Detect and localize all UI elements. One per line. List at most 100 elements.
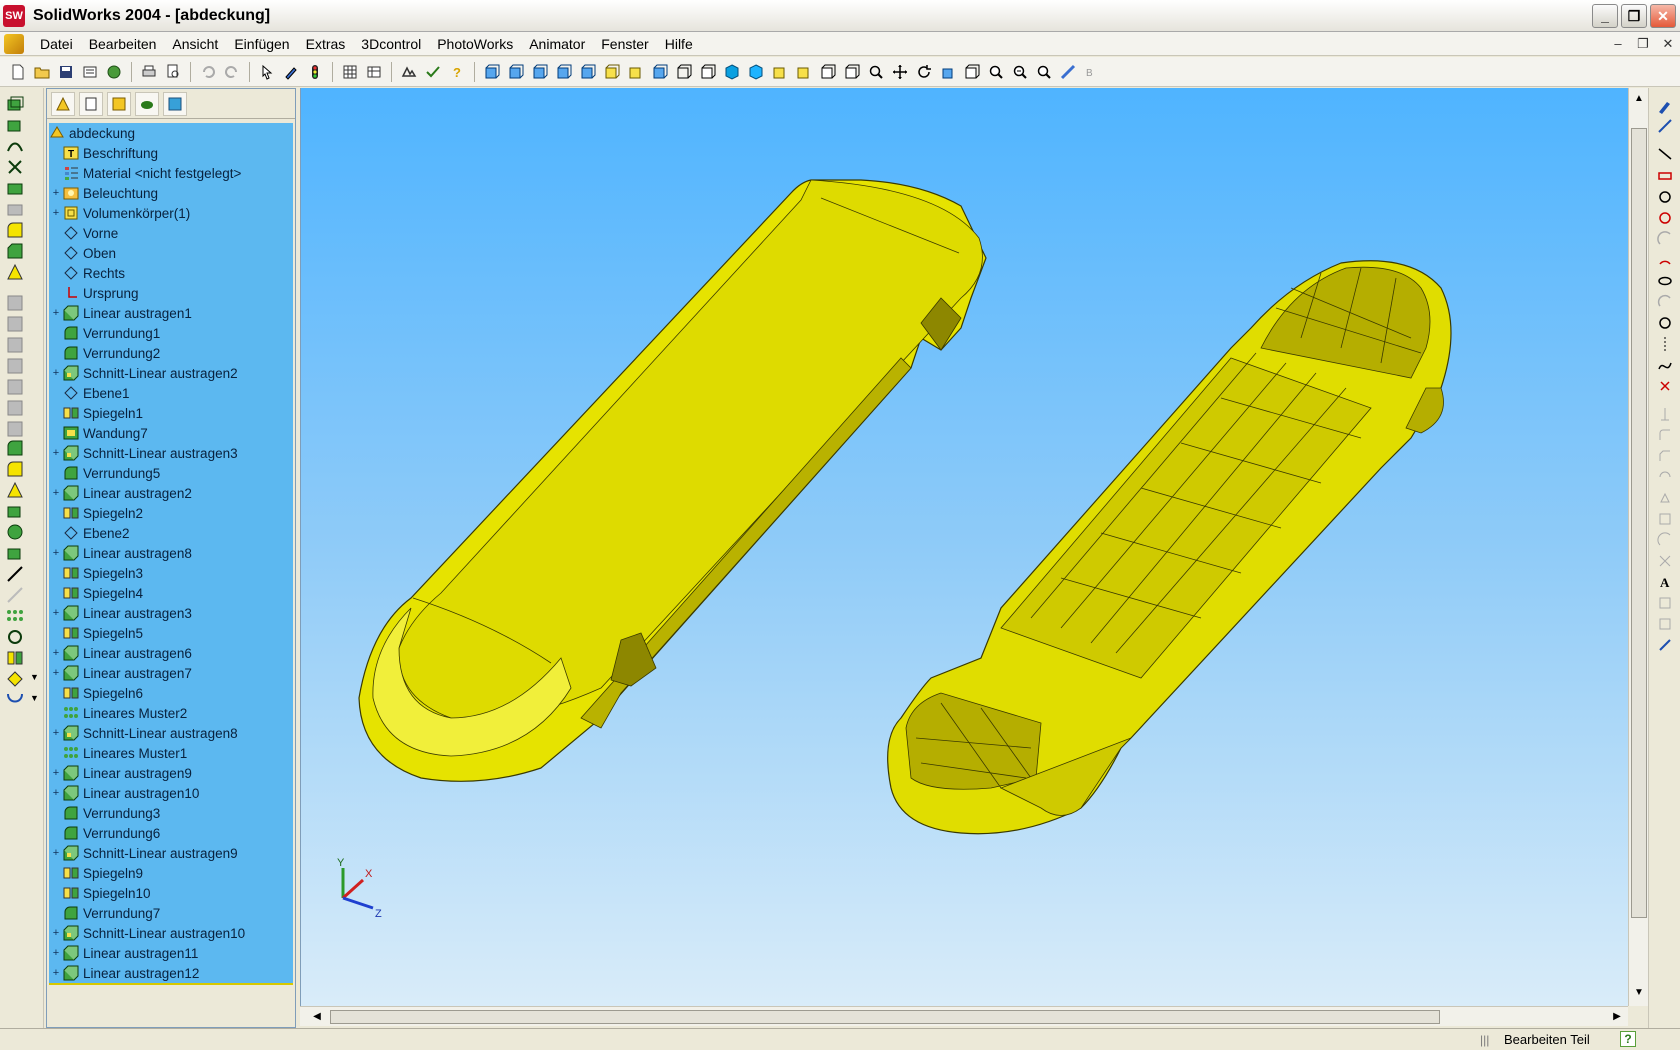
tree-item[interactable]: Wandung7 — [49, 423, 293, 443]
hole-icon[interactable] — [5, 335, 25, 355]
scroll-down-arrow-icon[interactable]: ▼ — [1631, 984, 1647, 1002]
flex-icon[interactable] — [5, 419, 25, 439]
expand-plus-icon[interactable]: + — [49, 667, 63, 679]
help-icon[interactable]: ? — [446, 61, 468, 83]
chamfer-sketch-icon[interactable] — [1657, 448, 1673, 464]
pan-icon[interactable] — [889, 61, 911, 83]
globe-icon[interactable] — [103, 61, 125, 83]
construction-icon[interactable] — [1657, 406, 1673, 422]
revolve-icon[interactable] — [5, 115, 25, 135]
add-relation-icon[interactable] — [1657, 637, 1673, 653]
minimize-button[interactable]: _ — [1592, 4, 1618, 28]
center-arc-icon[interactable] — [1657, 210, 1673, 226]
print-icon[interactable] — [138, 61, 160, 83]
view-3d-icon[interactable] — [961, 61, 983, 83]
document-restore-button[interactable]: ❐ — [1634, 36, 1652, 52]
menu-fenster[interactable]: Fenster — [593, 32, 656, 56]
tree-item[interactable]: + Schnitt-Linear austragen2 — [49, 363, 293, 383]
rectangle-icon[interactable] — [1657, 168, 1673, 184]
view-front-icon[interactable] — [481, 61, 503, 83]
save-icon[interactable] — [55, 61, 77, 83]
loft-icon[interactable] — [5, 157, 25, 177]
tab-photoworks[interactable] — [135, 91, 159, 116]
select-icon[interactable] — [256, 61, 278, 83]
menu-einfuegen[interactable]: Einfügen — [226, 32, 297, 56]
cut-revolve-icon[interactable] — [5, 199, 25, 219]
solid-icon[interactable] — [5, 501, 25, 521]
tree-item[interactable]: + Linear austragen12 — [49, 963, 293, 983]
document-minimize-button[interactable]: – — [1609, 36, 1627, 51]
scroll-left-arrow-icon[interactable]: ◀ — [310, 1009, 324, 1025]
menu-animator[interactable]: Animator — [521, 32, 593, 56]
dimension-icon[interactable]: B — [1081, 61, 1103, 83]
view-normal-icon[interactable] — [649, 61, 671, 83]
zoom-fit-icon[interactable] — [865, 61, 887, 83]
tree-item[interactable]: Ursprung — [49, 283, 293, 303]
zoom-selection-icon[interactable] — [1033, 61, 1055, 83]
expand-plus-icon[interactable]: + — [49, 727, 63, 739]
chamfer-icon[interactable] — [5, 241, 25, 261]
cut-icon[interactable] — [5, 178, 25, 198]
status-help-icon[interactable]: ? — [1620, 1031, 1636, 1047]
tree-item[interactable]: Spiegeln6 — [49, 683, 293, 703]
tree-item[interactable]: + Volumenkörper(1) — [49, 203, 293, 223]
tree-item[interactable]: Material <nicht festgelegt> — [49, 163, 293, 183]
tree-item[interactable]: Verrundung6 — [49, 823, 293, 843]
view-left-icon[interactable] — [529, 61, 551, 83]
view-perspective-icon[interactable] — [793, 61, 815, 83]
expand-plus-icon[interactable]: + — [49, 307, 63, 319]
view-back-icon[interactable] — [505, 61, 527, 83]
tab-property-manager[interactable] — [79, 91, 103, 116]
graphics-area[interactable]: Y X Z — [300, 88, 1628, 1006]
tree-item[interactable]: + Linear austragen7 — [49, 663, 293, 683]
shell-icon[interactable] — [5, 293, 25, 313]
dropdown-arrow-icon[interactable]: ▼ — [30, 672, 39, 682]
view-wireframe-icon[interactable] — [673, 61, 695, 83]
partial-ellipse-icon[interactable] — [1657, 294, 1673, 310]
table-icon[interactable] — [363, 61, 385, 83]
measure-icon[interactable] — [1057, 61, 1079, 83]
extend-icon[interactable] — [1657, 532, 1673, 548]
tree-item[interactable]: Spiegeln10 — [49, 883, 293, 903]
sphere-icon[interactable] — [5, 522, 25, 542]
tree-item[interactable]: Verrundung5 — [49, 463, 293, 483]
tree-item[interactable]: Ebene2 — [49, 523, 293, 543]
line-icon[interactable] — [1657, 146, 1673, 162]
view-shaded-icon[interactable] — [721, 61, 743, 83]
tree-item[interactable]: Verrundung2 — [49, 343, 293, 363]
three-point-arc-icon[interactable] — [1657, 252, 1673, 268]
menu-hilfe[interactable]: Hilfe — [657, 32, 701, 56]
vertical-scrollbar[interactable]: ▲ ▼ — [1628, 88, 1648, 1006]
rib-icon[interactable] — [5, 262, 25, 282]
linear-pattern-icon[interactable] — [5, 606, 25, 626]
maximize-button[interactable]: ❐ — [1621, 4, 1647, 28]
horizontal-scrollbar[interactable]: ◀ ▶ — [300, 1006, 1628, 1026]
zoom-in-out-icon[interactable] — [985, 61, 1007, 83]
part-cover[interactable] — [358, 179, 987, 782]
view-bottom-icon[interactable] — [601, 61, 623, 83]
tree-item[interactable]: Rechts — [49, 263, 293, 283]
part-frame[interactable] — [887, 260, 1452, 835]
tab-animator[interactable] — [163, 91, 187, 116]
sketch-pencil-icon[interactable] — [1657, 98, 1673, 114]
zoom-preview-icon[interactable] — [162, 61, 184, 83]
solidworks-logo-icon[interactable]: SW — [3, 4, 25, 27]
split-entities-icon[interactable] — [1657, 553, 1673, 569]
shape-icon[interactable] — [5, 398, 25, 418]
document-icon[interactable] — [4, 33, 24, 54]
cube-icon[interactable] — [5, 543, 25, 563]
options-icon[interactable] — [398, 61, 420, 83]
expand-plus-icon[interactable]: + — [49, 607, 63, 619]
tree-item[interactable]: Spiegeln5 — [49, 623, 293, 643]
expand-plus-icon[interactable]: + — [49, 487, 63, 499]
expand-plus-icon[interactable]: + — [49, 947, 63, 959]
expand-plus-icon[interactable]: + — [49, 367, 63, 379]
document-close-button[interactable]: ✕ — [1659, 36, 1677, 52]
dome-icon[interactable] — [5, 377, 25, 397]
expand-plus-icon[interactable]: + — [49, 787, 63, 799]
tree-item[interactable]: Verrundung1 — [49, 323, 293, 343]
move-icon[interactable] — [5, 585, 25, 605]
open-icon[interactable] — [31, 61, 53, 83]
view-shaded-edges-icon[interactable] — [745, 61, 767, 83]
circle-icon[interactable] — [1657, 189, 1673, 205]
